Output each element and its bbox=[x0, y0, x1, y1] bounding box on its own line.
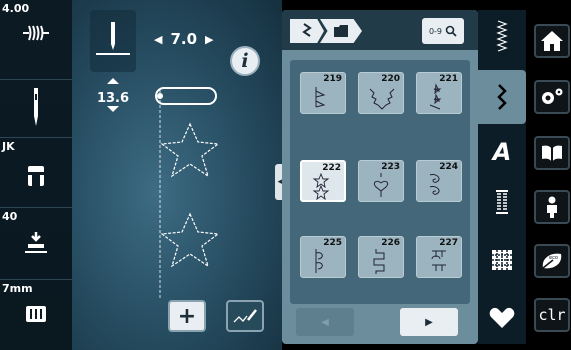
stitch-224-icon bbox=[429, 174, 440, 195]
feed-dog-value: 7mm bbox=[2, 282, 33, 295]
stitch-226-icon bbox=[373, 249, 385, 274]
needle-selection-button[interactable] bbox=[0, 80, 72, 138]
stitch-edit-area: ◀ 7.0 ▶ i 13.6 + bbox=[72, 0, 282, 350]
info-button[interactable]: i bbox=[230, 46, 260, 76]
stitch-221-icon bbox=[429, 83, 442, 110]
gear-icon bbox=[542, 88, 563, 104]
star-stitch-pattern bbox=[160, 212, 220, 268]
eco-mode-button[interactable]: eco bbox=[534, 244, 570, 278]
breadcrumb-folder[interactable] bbox=[320, 19, 362, 43]
clear-button[interactable]: clr bbox=[534, 298, 570, 332]
stitch-cell[interactable]: 224 bbox=[416, 160, 462, 202]
category-personal-program[interactable] bbox=[478, 296, 526, 340]
category-buttonholes[interactable] bbox=[478, 180, 526, 224]
stitch-width-value: 7.0 bbox=[170, 30, 198, 48]
thread-tension-value: 4.00 bbox=[2, 2, 30, 15]
length-decrease-button[interactable] bbox=[107, 106, 119, 112]
stitch-219-icon bbox=[315, 87, 326, 108]
book-icon bbox=[542, 145, 562, 161]
needle-position-button[interactable] bbox=[90, 10, 136, 72]
eco-label: eco bbox=[549, 255, 558, 261]
start-marker[interactable] bbox=[155, 87, 217, 105]
category-practical-stitches[interactable] bbox=[478, 14, 526, 58]
folder-icon bbox=[334, 25, 348, 37]
presser-pressure-value: 40 bbox=[2, 210, 18, 223]
stitch-227-icon bbox=[431, 250, 446, 271]
eco-leaf-icon: eco bbox=[542, 253, 562, 269]
stitch-length-control: 13.6 bbox=[90, 78, 136, 112]
stitch-grid: 219 220 221 222 223 224 225 226 227 bbox=[290, 60, 470, 304]
home-button[interactable] bbox=[534, 24, 570, 58]
decorative-stitch-icon bbox=[302, 23, 312, 37]
stitch-cell[interactable]: 226 bbox=[358, 236, 404, 278]
stitch-cell[interactable]: 223 bbox=[358, 160, 404, 202]
width-increase-button[interactable]: ▶ bbox=[205, 33, 213, 46]
stitch-cell[interactable]: 225 bbox=[300, 236, 346, 278]
alphabets-icon: A bbox=[492, 138, 512, 166]
width-decrease-button[interactable]: ◀ bbox=[154, 33, 162, 46]
person-icon bbox=[547, 196, 557, 218]
stitch-220-icon bbox=[369, 88, 395, 110]
presser-foot-button[interactable]: JK bbox=[0, 138, 72, 208]
add-pattern-button[interactable]: + bbox=[168, 300, 206, 332]
stitch-number-search-button[interactable]: 0-9 bbox=[422, 18, 464, 44]
category-decorative-stitches[interactable] bbox=[478, 70, 526, 124]
decorative-stitches-icon bbox=[497, 84, 507, 110]
presser-foot-icon bbox=[0, 164, 72, 188]
presser-pressure-icon bbox=[0, 230, 72, 254]
stitch-225-icon bbox=[315, 249, 323, 273]
needle-position-icon bbox=[96, 22, 130, 55]
stitch-cell-selected[interactable]: 222 bbox=[300, 160, 346, 202]
category-quilt-stitches[interactable] bbox=[478, 238, 526, 282]
home-icon bbox=[541, 31, 563, 51]
edit-stitch-button[interactable] bbox=[226, 300, 264, 332]
presser-foot-pressure-button[interactable]: 40 bbox=[0, 208, 72, 280]
presser-foot-label: JK bbox=[2, 140, 15, 153]
guide-button[interactable] bbox=[534, 190, 570, 224]
previous-page-button[interactable]: ◀ bbox=[296, 308, 354, 336]
tutorial-button[interactable] bbox=[534, 136, 570, 170]
star-stitch-pattern bbox=[160, 122, 220, 178]
personal-program-icon bbox=[489, 307, 515, 328]
feed-dog-icon bbox=[0, 304, 72, 324]
stitch-preview bbox=[155, 87, 220, 300]
stitch-cell[interactable]: 221 bbox=[416, 72, 462, 114]
stitch-cell[interactable]: 220 bbox=[358, 72, 404, 114]
system-bar: eco clr bbox=[526, 0, 571, 350]
length-increase-button[interactable] bbox=[107, 78, 119, 84]
stitch-222-icon bbox=[312, 172, 330, 200]
stitch-cell[interactable]: 227 bbox=[416, 236, 462, 278]
search-label: 0-9 bbox=[428, 26, 443, 36]
needle-icon bbox=[0, 88, 72, 128]
stitch-cell[interactable]: 219 bbox=[300, 72, 346, 114]
thread-tension-icon bbox=[0, 22, 72, 44]
setup-button[interactable] bbox=[534, 80, 570, 114]
next-page-button[interactable]: ▶ bbox=[400, 308, 458, 336]
buttonholes-icon bbox=[496, 190, 508, 214]
breadcrumb-category[interactable] bbox=[290, 19, 324, 43]
left-settings-strip: 4.00 JK 40 7mm bbox=[0, 0, 72, 350]
practical-stitches-icon bbox=[496, 20, 508, 52]
stitch-category-strip: A bbox=[478, 10, 526, 344]
pagination: ◀ ▶ bbox=[290, 308, 470, 338]
category-alphabets[interactable]: A bbox=[478, 130, 526, 174]
thread-tension-button[interactable]: 4.00 bbox=[0, 0, 72, 80]
quilt-stitches-icon bbox=[492, 250, 512, 270]
breadcrumb: 0-9 bbox=[282, 10, 478, 50]
stitch-length-value: 13.6 bbox=[96, 91, 130, 106]
pencil-stitch-icon bbox=[233, 309, 257, 323]
search-icon bbox=[445, 25, 457, 37]
stitch-width-control: ◀ 7.0 ▶ bbox=[154, 30, 214, 48]
feed-dog-button[interactable]: 7mm bbox=[0, 280, 72, 350]
stitch-selection-panel: 0-9 219 220 221 222 223 224 225 226 227 … bbox=[282, 10, 478, 344]
stitch-223-icon bbox=[373, 173, 389, 197]
